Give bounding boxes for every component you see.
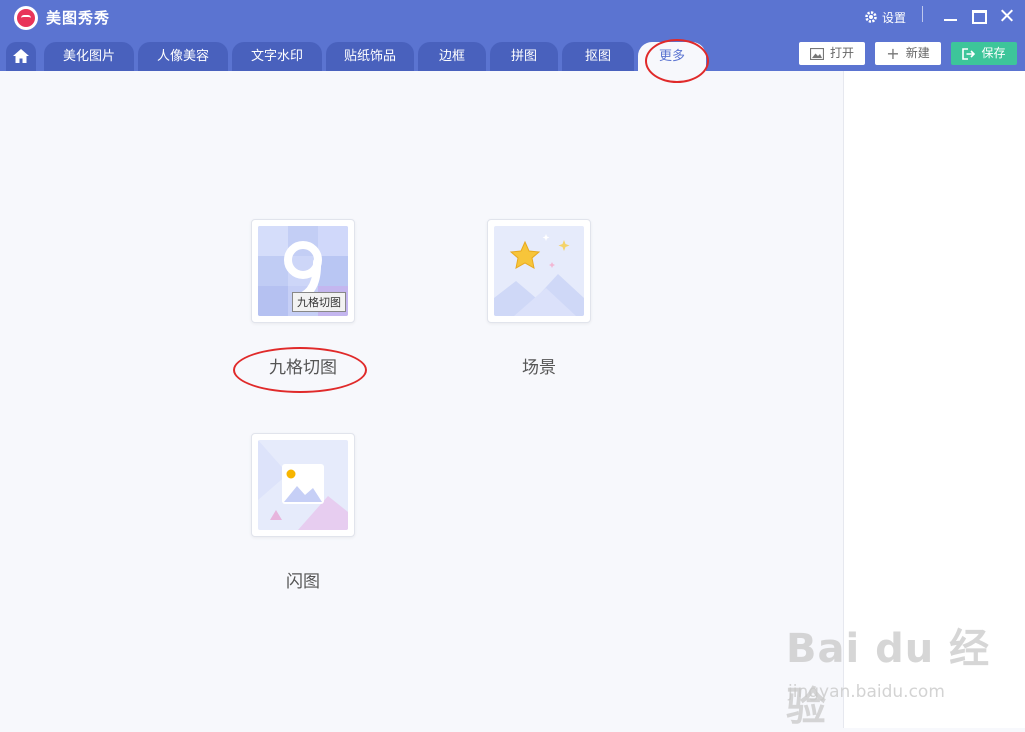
tab-cutout[interactable]: 抠图 <box>562 42 634 71</box>
tab-text-watermark[interactable]: 文字水印 <box>232 42 322 71</box>
maximize-icon[interactable] <box>970 6 988 24</box>
gear-icon <box>865 11 877 23</box>
tab-stickers[interactable]: 贴纸饰品 <box>326 42 414 71</box>
watermark-url: jingyan.baidu.com <box>788 682 945 702</box>
baidu-watermark: Bai du 经验 jingyan.baidu.com <box>786 616 1025 732</box>
new-label: 新建 <box>905 46 930 60</box>
app-title: 美图秀秀 <box>46 9 111 27</box>
export-icon <box>962 47 976 60</box>
image-icon <box>809 47 824 60</box>
open-button[interactable]: 打开 <box>799 42 865 65</box>
scene-thumbnail <box>494 226 584 316</box>
title-divider <box>922 6 923 22</box>
new-button[interactable]: + 新建 <box>875 42 941 65</box>
settings-label: 设置 <box>882 10 907 25</box>
save-button[interactable]: 保存 <box>951 42 1017 65</box>
tab-home[interactable] <box>6 42 36 71</box>
annotation-circle-nine-grid <box>233 347 367 393</box>
tab-portrait[interactable]: 人像美容 <box>138 42 228 71</box>
minimize-icon[interactable] <box>942 6 960 24</box>
plus-icon: + <box>886 43 900 63</box>
app-logo-icon <box>14 6 38 30</box>
tool-flash-image-card[interactable] <box>251 433 355 537</box>
watermark-logo: Bai du 经验 <box>786 626 991 730</box>
open-label: 打开 <box>829 46 854 60</box>
tool-scene[interactable]: 场景 <box>487 219 591 378</box>
close-icon[interactable] <box>998 6 1016 24</box>
home-icon <box>13 49 29 63</box>
flash-image-thumbnail <box>258 440 348 530</box>
tab-collage[interactable]: 拼图 <box>490 42 558 71</box>
save-label: 保存 <box>981 46 1006 60</box>
nine-grid-tooltip: 九格切图 <box>292 292 346 312</box>
tab-beautify[interactable]: 美化图片 <box>44 42 134 71</box>
tool-nine-grid-card[interactable]: 九格切图 <box>251 219 355 323</box>
settings-button[interactable]: 设置 <box>864 8 906 26</box>
tool-scene-label: 场景 <box>522 358 556 378</box>
tool-scene-card[interactable] <box>487 219 591 323</box>
meitu-window: 美图秀秀 设置 美化图片 人像美容 文字水印 贴纸饰品 边框 拼图 抠图 更多 <box>0 0 1025 730</box>
tool-nine-grid[interactable]: 九格切图 九格切图 <box>251 219 355 378</box>
annotation-circle-more-tab <box>645 39 709 83</box>
tab-frames[interactable]: 边框 <box>418 42 486 71</box>
tools-area: 九格切图 九格切图 场景 闪图 <box>0 71 843 728</box>
tool-flash-image-label: 闪图 <box>286 572 320 592</box>
title-bar: 美图秀秀 设置 美化图片 人像美容 文字水印 贴纸饰品 边框 拼图 抠图 更多 <box>0 0 1025 71</box>
tool-flash-image[interactable]: 闪图 <box>251 433 355 592</box>
